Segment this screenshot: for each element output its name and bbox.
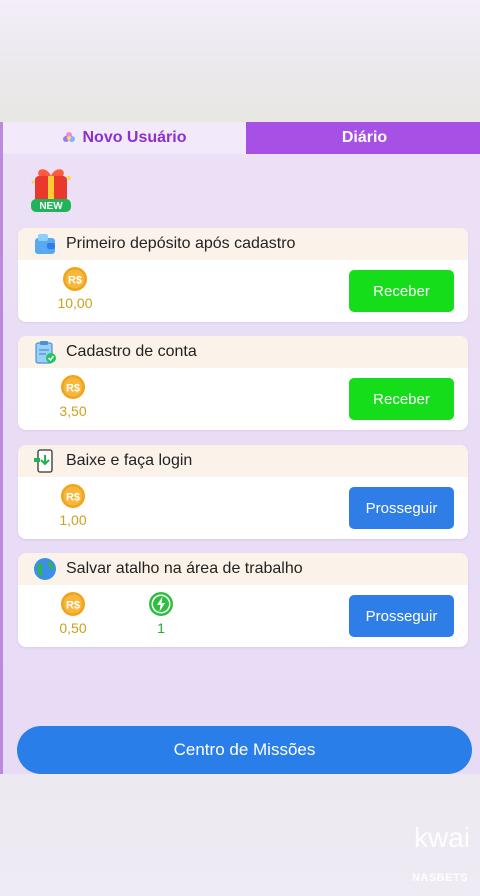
coin-icon: R$ [63, 267, 87, 291]
coin-reward: R$ 0,50 [48, 591, 98, 636]
task-card: Salvar atalho na área de trabalho R$ 0,5… [18, 553, 468, 647]
coin-icon: R$ [61, 592, 85, 616]
watermark-handle: NASBETS [411, 872, 468, 884]
blurred-header [0, 0, 480, 122]
task-panel: Novo Usuário Diário NEW Primeiro depósit… [0, 122, 480, 774]
clipboard-check-icon [35, 341, 56, 364]
phone-download-icon [34, 449, 53, 473]
coin-icon: R$ [61, 375, 85, 399]
task-card: Baixe e faça login R$ 1,00 Prosseguir [18, 445, 468, 539]
tab-new-user-label: Novo Usuário [82, 129, 187, 146]
svg-text:R$: R$ [68, 275, 82, 287]
lightning-icon [149, 592, 173, 616]
proceed-button[interactable]: Prosseguir [349, 487, 454, 529]
svg-text:R$: R$ [66, 383, 80, 395]
task-title: Salvar atalho na área de trabalho [66, 560, 303, 577]
kwai-logo: kwai [413, 822, 470, 853]
mission-center-button[interactable]: Centro de Missões [17, 726, 472, 774]
flower-icon [63, 132, 76, 142]
energy-reward: 1 [136, 591, 186, 636]
task-card: Cadastro de conta R$ 3,50 Receber [18, 336, 468, 430]
reward-value: 0,50 [59, 620, 87, 636]
task-title: Baixe e faça login [66, 452, 193, 469]
tab-daily[interactable]: Diário [246, 122, 480, 154]
task-card-header: Salvar atalho na área de trabalho [18, 553, 468, 585]
svg-text:R$: R$ [66, 492, 80, 504]
globe-icon [34, 558, 56, 580]
proceed-button[interactable]: Prosseguir [349, 595, 454, 637]
task-card-header: Baixe e faça login [18, 445, 468, 477]
coin-reward: R$ 3,50 [48, 374, 98, 419]
receive-button[interactable]: Receber [349, 378, 454, 420]
tab-bar: Novo Usuário Diário [3, 122, 480, 154]
watermark: kwai NASBETS [372, 820, 472, 886]
badge-new-label: NEW [39, 201, 63, 212]
task-title: Primeiro depósito após cadastro [66, 235, 296, 252]
tab-daily-label: Diário [341, 129, 388, 146]
reward-value: 1,00 [59, 512, 87, 528]
coin-reward: R$ 1,00 [48, 483, 98, 528]
task-card-header: Cadastro de conta [18, 336, 468, 368]
reward-value: 10,00 [57, 295, 93, 311]
task-title: Cadastro de conta [66, 343, 197, 360]
reward-value: 3,50 [59, 403, 87, 419]
task-card-header: Primeiro depósito após cadastro [18, 228, 468, 260]
receive-button[interactable]: Receber [349, 270, 454, 312]
new-gift-icon: NEW [31, 169, 71, 212]
svg-text:R$: R$ [66, 600, 80, 612]
tab-new-user[interactable]: Novo Usuário [3, 122, 246, 154]
coin-icon: R$ [61, 484, 85, 508]
coin-reward: R$ 10,00 [50, 266, 100, 311]
energy-value: 1 [157, 620, 165, 636]
wallet-icon [35, 234, 55, 254]
task-card: Primeiro depósito após cadastro R$ 10,00… [18, 228, 468, 322]
